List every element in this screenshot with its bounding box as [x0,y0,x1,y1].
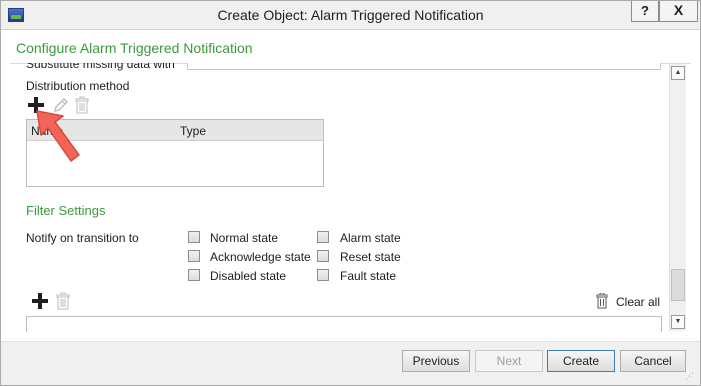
fault-state-checkbox[interactable] [317,269,329,281]
clear-all-button[interactable]: Clear all [616,295,660,309]
title-bar: Create Object: Alarm Triggered Notificat… [1,1,700,30]
cancel-button[interactable]: Cancel [620,350,686,372]
disabled-state-checkbox[interactable] [188,269,200,281]
scroll-thumb[interactable] [671,269,685,301]
distribution-method-label: Distribution method [26,79,130,93]
substitute-label: Substitute missing data with [26,63,175,71]
delete-filter-icon[interactable] [55,292,71,313]
acknowledge-state-checkbox[interactable] [188,250,200,262]
dialog-footer: Previous Next Create Cancel ⋰ [1,341,700,385]
scroll-down-button[interactable]: ▼ [671,315,685,329]
next-button[interactable]: Next [475,350,543,372]
clear-all-icon[interactable] [596,292,608,312]
reset-state-label: Reset state [340,250,401,264]
vertical-scrollbar[interactable]: ▲ ▼ [669,64,686,331]
alarm-state-label: Alarm state [340,231,401,245]
alarm-state-checkbox[interactable] [317,231,329,243]
form-scroll-area: Substitute missing data with Distributio… [10,63,690,332]
filter-list[interactable] [26,316,662,332]
column-type[interactable]: Type [180,124,206,138]
disabled-state-label: Disabled state [210,269,287,283]
add-filter-icon[interactable] [31,292,49,312]
notify-label: Notify on transition to [26,231,139,245]
reset-state-checkbox[interactable] [317,250,329,262]
normal-state-label: Normal state [210,231,279,245]
close-button[interactable]: X [659,1,698,22]
filter-settings-title: Filter Settings [26,203,106,218]
page-title: Configure Alarm Triggered Notification [16,40,253,56]
annotation-arrow-icon [36,110,80,162]
help-button[interactable]: ? [631,1,659,22]
scroll-up-button[interactable]: ▲ [671,66,685,80]
dialog-window: Create Object: Alarm Triggered Notificat… [0,0,701,386]
normal-state-checkbox[interactable] [188,231,200,243]
previous-button[interactable]: Previous [402,350,470,372]
substitute-input[interactable] [187,63,661,70]
create-button[interactable]: Create [547,350,615,372]
resize-grip-icon[interactable]: ⋰ [685,371,694,382]
acknowledge-state-label: Acknowledge state [210,250,311,264]
fault-state-label: Fault state [340,269,397,283]
window-title: Create Object: Alarm Triggered Notificat… [217,7,484,23]
